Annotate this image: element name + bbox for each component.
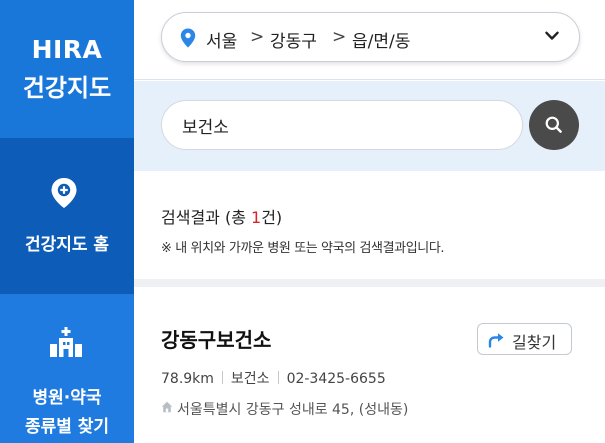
chevron-down-icon xyxy=(545,31,559,40)
region-select-dropdown[interactable]: 서울 > 강동구 > 읍/면/동 xyxy=(161,12,580,62)
logo-text-ko: 건강지도 xyxy=(22,74,112,102)
sidebar: HIRA 건강지도 건강지도 홈 병원·약국 종류별 찾기 xyxy=(0,0,134,443)
search-input[interactable] xyxy=(161,100,523,150)
region-bar: 서울 > 강동구 > 읍/면/동 xyxy=(134,0,605,80)
region-crumb-town: 읍/면/동 xyxy=(352,32,411,52)
region-crumb-district: 강동구 xyxy=(270,32,317,52)
main-content: 서울 > 강동구 > 읍/면/동 검색결과 (총 1건) ※ 내 위치와 가까운… xyxy=(134,0,605,443)
result-count-text: 검색결과 (총 1건) xyxy=(161,204,282,228)
hira-logo[interactable]: HIRA 건강지도 xyxy=(0,0,134,138)
facility-phone[interactable]: 02-3425-6655 xyxy=(287,371,386,387)
sidebar-item-hospital-label-line2: 종류별 찾기 xyxy=(24,417,110,437)
result-count-number: 1 xyxy=(251,208,262,227)
sidebar-item-home[interactable]: 건강지도 홈 xyxy=(0,138,134,294)
directions-button[interactable]: 길찾기 xyxy=(477,323,572,355)
facility-address-text: 서울특별시 강동구 성내로 45, (성내동) xyxy=(177,402,409,418)
location-pin-icon xyxy=(180,28,196,48)
directions-arrow-icon xyxy=(488,333,504,348)
result-note: ※ 내 위치와 가까운 병원 또는 약국의 검색결과입니다. xyxy=(161,241,445,256)
region-crumb-separator: > xyxy=(250,27,265,47)
search-area xyxy=(134,81,605,171)
result-card[interactable]: 강동구보건소 길찾기 78.9km 보건소 02-3425-6655 서울특별시 강… xyxy=(134,296,605,443)
home-icon xyxy=(161,401,173,413)
region-crumb-city: 서울 xyxy=(206,32,238,52)
logo-text-en: HIRA xyxy=(31,35,103,64)
result-count-prefix: 검색결과 (총 xyxy=(161,208,252,227)
meta-divider xyxy=(221,371,223,384)
sidebar-item-home-label: 건강지도 홈 xyxy=(24,235,110,255)
meta-divider xyxy=(277,371,279,384)
sidebar-item-hospital-types[interactable]: 병원·약국 종류별 찾기 xyxy=(0,294,134,443)
facility-distance: 78.9km xyxy=(161,371,214,387)
hospital-building-icon xyxy=(50,327,82,357)
directions-label: 길찾기 xyxy=(512,333,557,352)
facility-name[interactable]: 강동구보건소 xyxy=(161,324,271,353)
result-summary: 검색결과 (총 1건) ※ 내 위치와 가까운 병원 또는 약국의 검색결과입니… xyxy=(134,171,605,287)
map-pin-plus-icon xyxy=(51,178,77,208)
facility-type: 보건소 xyxy=(230,371,270,387)
search-button[interactable] xyxy=(529,100,579,150)
region-crumb-separator: > xyxy=(332,27,347,47)
facility-meta: 78.9km 보건소 02-3425-6655 xyxy=(161,368,386,388)
result-count-suffix: 건) xyxy=(261,208,283,227)
sidebar-item-hospital-label-line1: 병원·약국 xyxy=(32,388,102,408)
search-icon xyxy=(545,116,562,133)
